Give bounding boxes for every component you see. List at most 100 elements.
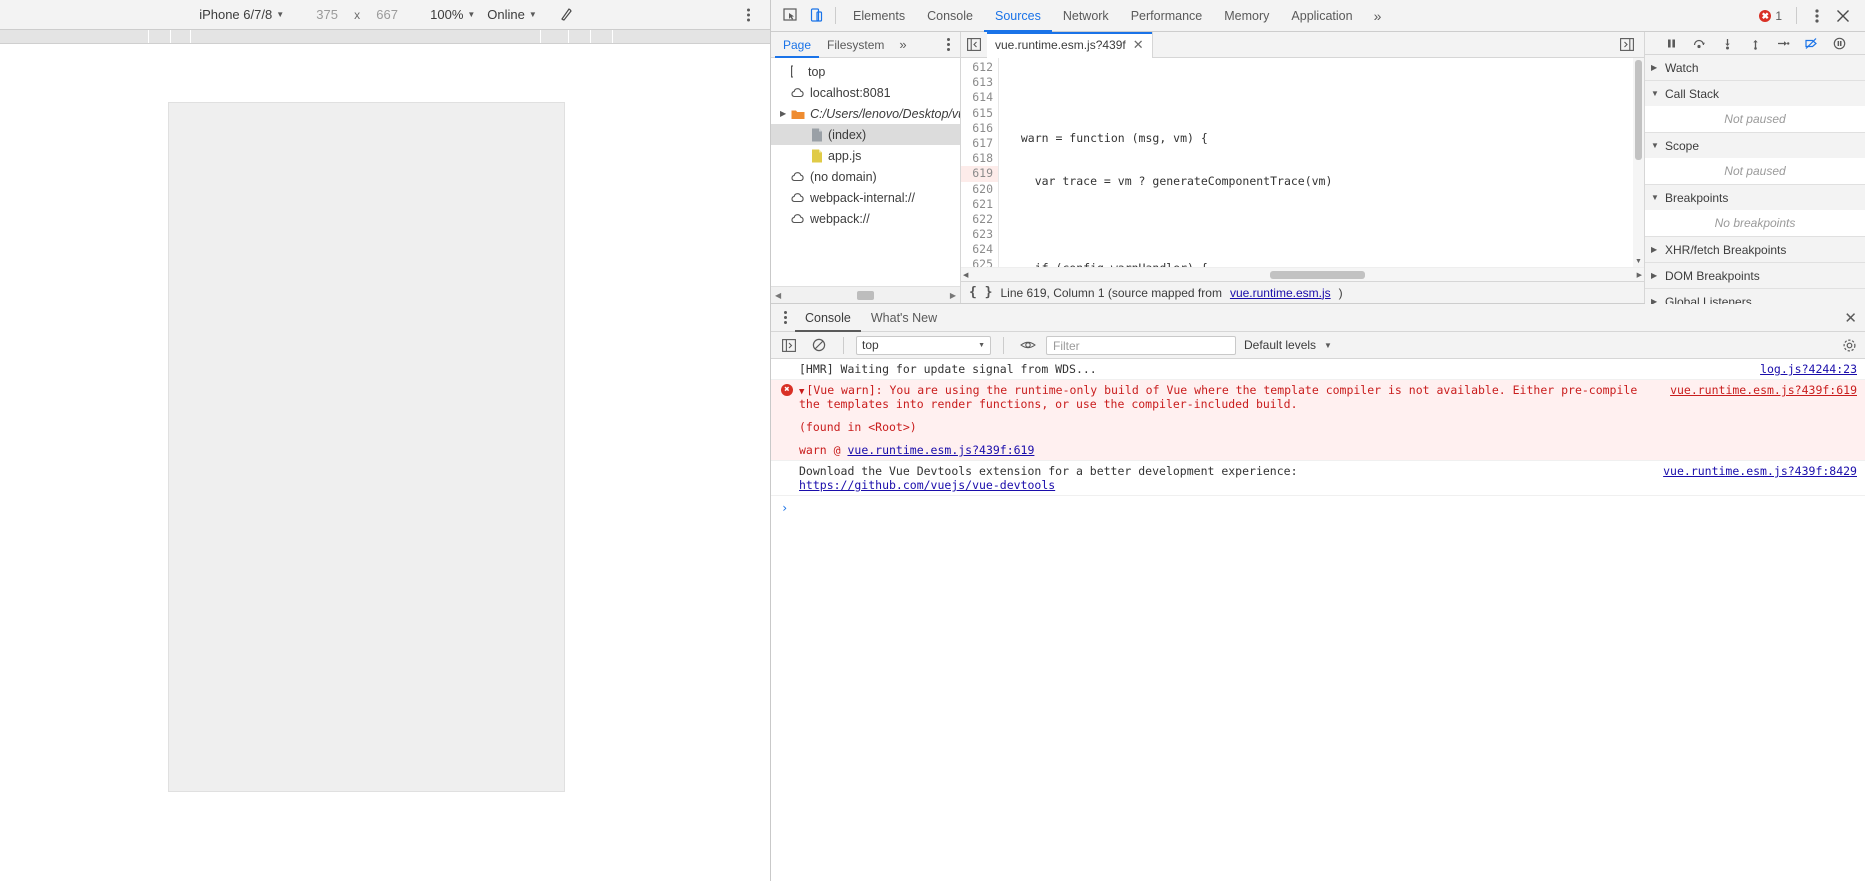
line-number[interactable]: 622 xyxy=(961,212,998,227)
console-context-select[interactable]: top ▼ xyxy=(856,335,991,355)
step-into-icon[interactable] xyxy=(1714,32,1740,54)
tab-memory[interactable]: Memory xyxy=(1213,0,1280,32)
page-content-frame[interactable] xyxy=(168,102,565,792)
device-height-input[interactable]: 667 xyxy=(366,7,408,22)
console-settings-icon[interactable] xyxy=(1839,338,1859,353)
console-message-hmr[interactable]: [HMR] Waiting for update signal from WDS… xyxy=(771,359,1865,380)
clear-console-icon[interactable] xyxy=(807,333,831,357)
disclosure-triangle-icon[interactable]: ▼ xyxy=(799,387,804,397)
tab-network[interactable]: Network xyxy=(1052,0,1120,32)
close-drawer-icon[interactable]: ✕ xyxy=(1844,309,1865,327)
line-number[interactable]: 625 xyxy=(961,257,998,267)
line-number[interactable]: 618 xyxy=(961,151,998,166)
line-number[interactable]: 612 xyxy=(961,60,998,75)
scroll-left-icon[interactable]: ◀ xyxy=(775,291,781,300)
more-tools-icon[interactable] xyxy=(1805,4,1829,28)
console-message-source-link[interactable]: vue.runtime.esm.js?439f:8429 xyxy=(1649,464,1857,492)
scrollbar-thumb[interactable] xyxy=(857,290,874,300)
scroll-left-icon[interactable]: ◀ xyxy=(963,271,968,279)
console-prompt[interactable]: › xyxy=(771,496,1865,520)
zoom-select[interactable]: 100% ▼ xyxy=(424,7,481,22)
throttling-select[interactable]: Online ▼ xyxy=(481,7,543,22)
inspect-element-icon[interactable] xyxy=(777,4,803,28)
line-number[interactable]: 623 xyxy=(961,227,998,242)
section-header-breakpoints[interactable]: ▼ Breakpoints xyxy=(1645,185,1865,210)
tree-item-localhost[interactable]: localhost:8081 xyxy=(771,82,960,103)
section-header-xhr-breakpoints[interactable]: ▶ XHR/fetch Breakpoints xyxy=(1645,237,1865,262)
tab-application[interactable]: Application xyxy=(1280,0,1363,32)
navigator-more-tabs-icon[interactable]: » xyxy=(892,37,913,52)
tree-item-index[interactable]: (index) xyxy=(771,124,960,145)
console-message-devtools-hint[interactable]: Download the Vue Devtools extension for … xyxy=(771,461,1865,496)
source-map-link[interactable]: vue.runtime.esm.js xyxy=(1230,286,1331,300)
pause-icon[interactable] xyxy=(1658,32,1684,54)
console-log-levels-select[interactable]: Default levels ▼ xyxy=(1244,338,1332,352)
error-count-badge[interactable]: ✖ 1 xyxy=(1753,9,1788,23)
tree-item-top[interactable]: top xyxy=(771,61,960,82)
console-message-vue-warn[interactable]: ✖ ▼ [Vue warn]: You are using the runtime… xyxy=(771,380,1865,461)
editor-tab-vue-runtime[interactable]: vue.runtime.esm.js?439f ✕ xyxy=(987,31,1153,58)
line-number[interactable]: 614 xyxy=(961,90,998,105)
tab-console[interactable]: Console xyxy=(916,0,984,32)
device-width-input[interactable]: 375 xyxy=(306,7,348,22)
code-horizontal-scrollbar[interactable]: ◀ ▶ xyxy=(961,267,1644,281)
vue-devtools-link[interactable]: https://github.com/vuejs/vue-devtools xyxy=(799,478,1649,492)
tree-item-no-domain[interactable]: (no domain) xyxy=(771,166,960,187)
scroll-right-icon[interactable]: ▶ xyxy=(950,291,956,300)
tree-item-appjs[interactable]: app.js xyxy=(771,145,960,166)
chevron-right-icon[interactable]: ▶ xyxy=(780,109,786,118)
console-message-source-link[interactable]: log.js?4244:23 xyxy=(1746,362,1857,376)
toggle-device-toolbar-icon[interactable] xyxy=(803,4,829,28)
more-tabs-icon[interactable]: » xyxy=(1364,8,1392,24)
scrollbar-thumb[interactable] xyxy=(1635,60,1642,160)
line-number-highlighted[interactable]: 619 xyxy=(961,166,998,182)
scroll-down-icon[interactable]: ▼ xyxy=(1633,256,1644,267)
line-number[interactable]: 624 xyxy=(961,242,998,257)
step-icon[interactable] xyxy=(1770,32,1796,54)
close-icon[interactable] xyxy=(1831,4,1855,28)
live-expression-icon[interactable] xyxy=(1016,333,1040,357)
drawer-tab-whats-new[interactable]: What's New xyxy=(861,304,947,332)
line-number[interactable]: 616 xyxy=(961,121,998,136)
line-number[interactable]: 621 xyxy=(961,197,998,212)
section-header-scope[interactable]: ▼ Scope xyxy=(1645,133,1865,158)
show-navigator-icon[interactable] xyxy=(961,32,987,58)
show-debugger-icon[interactable] xyxy=(1614,32,1640,58)
tab-performance[interactable]: Performance xyxy=(1120,0,1214,32)
console-message-list[interactable]: [HMR] Waiting for update signal from WDS… xyxy=(771,359,1865,881)
section-header-dom-breakpoints[interactable]: ▶ DOM Breakpoints xyxy=(1645,263,1865,288)
scroll-right-icon[interactable]: ▶ xyxy=(1637,271,1642,279)
line-number-gutter[interactable]: 612 613 614 615 616 617 618 619 620 621 … xyxy=(961,58,999,267)
close-icon[interactable]: ✕ xyxy=(1133,37,1144,53)
console-sidebar-icon[interactable] xyxy=(777,333,801,357)
tree-item-webpack-internal[interactable]: webpack-internal:// xyxy=(771,187,960,208)
step-out-icon[interactable] xyxy=(1742,32,1768,54)
tab-elements[interactable]: Elements xyxy=(842,0,916,32)
console-more-options-icon[interactable] xyxy=(775,311,795,324)
section-header-call-stack[interactable]: ▼ Call Stack xyxy=(1645,81,1865,106)
tree-item-webpack[interactable]: webpack:// xyxy=(771,208,960,229)
code-vertical-scrollbar[interactable]: ▲ ▼ xyxy=(1633,58,1644,267)
device-more-options-icon[interactable] xyxy=(740,8,756,21)
deactivate-breakpoints-icon[interactable] xyxy=(1798,32,1824,54)
navigator-more-options-icon[interactable] xyxy=(942,38,960,51)
tab-sources[interactable]: Sources xyxy=(984,0,1052,32)
navigator-tab-page[interactable]: Page xyxy=(775,32,819,58)
line-number[interactable]: 617 xyxy=(961,136,998,151)
line-number[interactable]: 620 xyxy=(961,182,998,197)
device-select[interactable]: iPhone 6/7/8 ▼ xyxy=(193,7,290,22)
tree-item-project-folder[interactable]: ▶ C:/Users/lenovo/Desktop/vu xyxy=(771,103,960,124)
pause-exceptions-icon[interactable] xyxy=(1826,32,1852,54)
code-viewer[interactable]: 612 613 614 615 616 617 618 619 620 621 … xyxy=(961,58,1644,267)
code-content[interactable]: warn = function (msg, vm) { var trace = … xyxy=(999,58,1644,267)
emulated-viewport[interactable] xyxy=(0,44,770,881)
console-filter-input[interactable]: Filter xyxy=(1046,335,1236,355)
navigator-tab-filesystem[interactable]: Filesystem xyxy=(819,32,892,58)
console-message-source-link[interactable]: vue.runtime.esm.js?439f:619 xyxy=(1656,383,1857,457)
line-number[interactable]: 615 xyxy=(961,106,998,121)
scrollbar-thumb[interactable] xyxy=(1270,270,1365,279)
step-over-icon[interactable] xyxy=(1686,32,1712,54)
navigator-horizontal-scrollbar[interactable]: ◀ ▶ xyxy=(771,286,960,303)
drawer-tab-console[interactable]: Console xyxy=(795,304,861,332)
stack-frame-link[interactable]: vue.runtime.esm.js?439f:619 xyxy=(847,443,1034,457)
